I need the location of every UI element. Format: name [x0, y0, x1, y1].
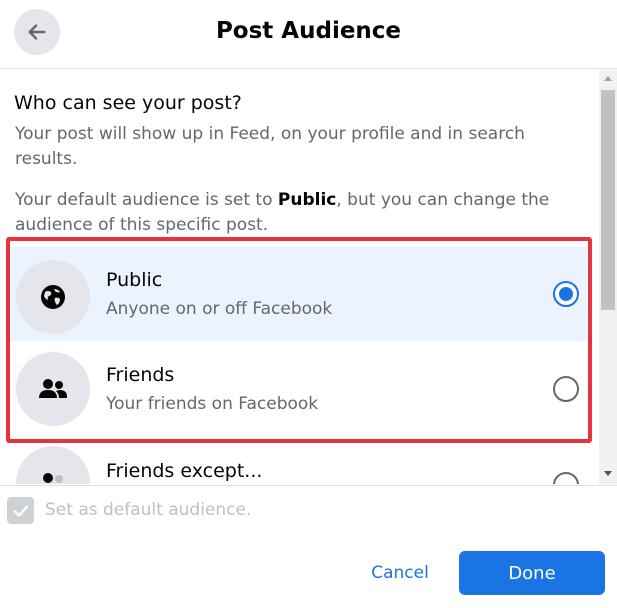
scroll-down-arrow-icon[interactable] — [604, 471, 612, 476]
section-description: Your post will show up in Feed, on your … — [15, 124, 525, 169]
default-audience-checkbox[interactable] — [7, 497, 34, 524]
default-audience-note: Your default audience is set to Public, … — [15, 188, 575, 238]
option-title: Friends — [106, 364, 175, 386]
audience-option-public[interactable]: Public Anyone on or off Facebook — [11, 247, 587, 341]
radio-public[interactable] — [553, 281, 579, 307]
checkmark-icon — [13, 504, 28, 517]
dialog-header: Post Audience — [0, 0, 617, 69]
done-button[interactable]: Done — [459, 551, 605, 595]
cancel-button[interactable]: Cancel — [356, 551, 444, 595]
audience-scroll-area[interactable]: Who can see your post? Your post will sh… — [0, 70, 617, 484]
audience-option-friends-except[interactable]: Friends except... — [11, 438, 587, 484]
vertical-scrollbar[interactable] — [599, 70, 617, 484]
option-title: Friends except... — [106, 460, 263, 482]
radio-friends[interactable] — [553, 376, 579, 402]
dialog-title: Post Audience — [215, 18, 402, 44]
default-note-prefix: Your default audience is set to — [15, 190, 278, 210]
option-subtitle: Your friends on Facebook — [106, 394, 319, 414]
section-heading: Who can see your post? — [14, 92, 242, 114]
option-icon-wrap — [16, 260, 90, 334]
friends-except-icon — [43, 473, 63, 483]
globe-icon — [41, 285, 65, 309]
footer-divider — [0, 485, 617, 486]
option-subtitle: Anyone on or off Facebook — [106, 299, 333, 319]
default-audience-label: Set as default audience. — [45, 500, 252, 520]
friends-icon — [39, 379, 67, 398]
default-audience-value: Public — [277, 190, 337, 210]
option-title: Public — [106, 269, 163, 291]
option-icon-wrap — [16, 352, 90, 426]
audience-option-friends[interactable]: Friends Your friends on Facebook — [11, 342, 587, 436]
radio-friends-except[interactable] — [553, 472, 579, 484]
scrollbar-thumb[interactable] — [601, 90, 615, 310]
scroll-up-arrow-icon[interactable] — [604, 76, 612, 81]
option-icon-wrap — [16, 446, 90, 484]
